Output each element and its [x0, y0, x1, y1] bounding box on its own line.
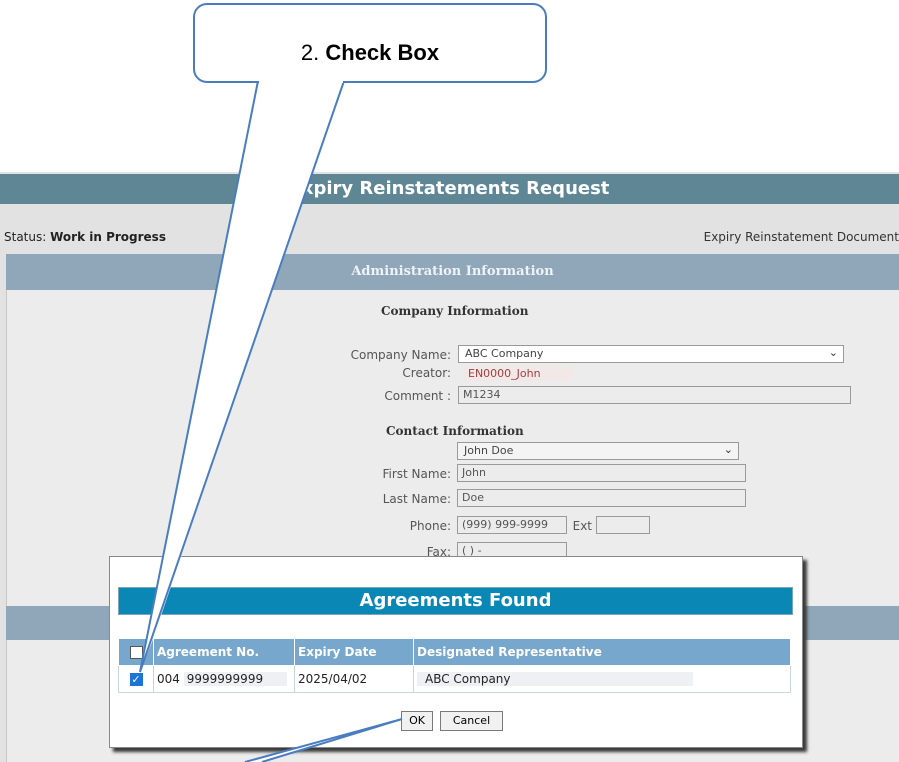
callout-number: 2.: [300, 40, 320, 65]
ok-pointer-outline: [244, 718, 403, 762]
callout-text: 2. Check Box: [195, 42, 545, 64]
callout-pointer: [139, 80, 403, 762]
callout-join: [259, 80, 343, 83]
callout-box: 2. Check Box: [193, 3, 547, 83]
callout-label: Check Box: [325, 40, 440, 65]
